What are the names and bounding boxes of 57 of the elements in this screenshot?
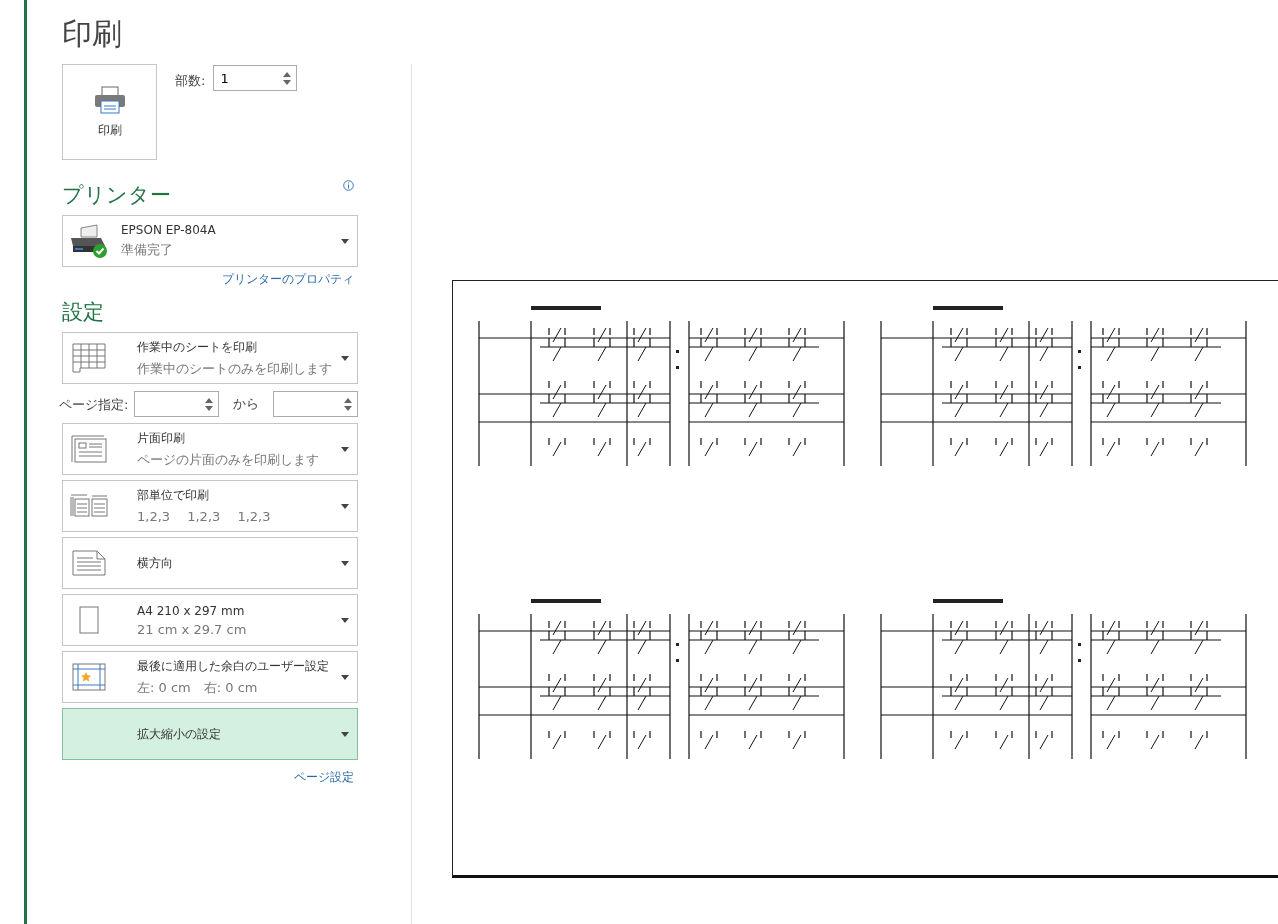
spin-up-icon[interactable] bbox=[344, 398, 352, 403]
option-title: 横方向 bbox=[137, 554, 174, 572]
option-description: 1,2,3 1,2,3 1,2,3 bbox=[137, 507, 272, 526]
option-title: 最後に適用した余白のユーザー設定 bbox=[137, 657, 330, 675]
margins-icon bbox=[72, 663, 106, 691]
settings-dropdown[interactable]: 拡大縮小の設定 bbox=[62, 708, 358, 760]
printer-status: 準備完了 bbox=[121, 241, 174, 259]
portrait-page-icon bbox=[79, 606, 99, 634]
option-title: A4 210 x 297 mm bbox=[137, 603, 246, 618]
spin-up-icon[interactable] bbox=[205, 398, 214, 403]
settings-dropdown[interactable]: 最後に適用した余白のユーザー設定 左: 0 cm 右: 0 cm bbox=[62, 651, 358, 703]
option-description: 作業中のシートのみを印刷します bbox=[137, 359, 333, 378]
page-range-label: ページ指定: bbox=[59, 396, 129, 414]
dropdown-caret-icon bbox=[341, 355, 349, 361]
settings-heading: 設定 bbox=[62, 299, 104, 326]
page-from-field[interactable] bbox=[134, 391, 220, 417]
printer-heading: プリンター bbox=[62, 182, 171, 209]
printer-name: EPSON EP-804A bbox=[121, 223, 217, 237]
dropdown-caret-icon bbox=[341, 674, 349, 680]
print-button[interactable]: 印刷 bbox=[62, 64, 157, 160]
copies-field[interactable]: 1 bbox=[213, 65, 298, 91]
page-title: 印刷 bbox=[62, 15, 123, 53]
printer-ready-icon bbox=[69, 224, 109, 258]
option-description: ページの片面のみを印刷します bbox=[137, 450, 320, 469]
dropdown-caret-icon bbox=[341, 503, 349, 509]
page-to-field[interactable] bbox=[273, 391, 358, 417]
spin-down-icon[interactable] bbox=[344, 406, 352, 411]
single-page-icon bbox=[71, 434, 107, 464]
dropdown-caret-icon bbox=[341, 238, 349, 244]
landscape-page-icon bbox=[72, 550, 106, 576]
dropdown-caret-icon bbox=[341, 731, 349, 737]
settings-dropdown[interactable]: 片面印刷 ページの片面のみを印刷します bbox=[62, 423, 358, 475]
settings-dropdown[interactable]: A4 210 x 297 mm 21 cm x 29.7 cm bbox=[62, 594, 358, 646]
settings-dropdown[interactable]: 作業中のシートを印刷 作業中のシートのみを印刷します bbox=[62, 332, 358, 384]
settings-dropdown[interactable]: 横方向 bbox=[62, 537, 358, 589]
sheet-grid-icon bbox=[72, 343, 106, 373]
range-separator: から bbox=[232, 395, 261, 413]
option-title: 片面印刷 bbox=[137, 429, 186, 447]
dropdown-caret-icon bbox=[341, 446, 349, 452]
option-description: 左: 0 cm 右: 0 cm bbox=[137, 678, 259, 697]
printer-dropdown[interactable]: EPSON EP-804A 準備完了 bbox=[62, 215, 358, 267]
info-icon[interactable] bbox=[343, 180, 354, 191]
dropdown-caret-icon bbox=[341, 560, 349, 566]
spin-up-icon[interactable] bbox=[283, 72, 292, 77]
spin-down-icon[interactable] bbox=[283, 80, 292, 85]
option-title: 拡大縮小の設定 bbox=[137, 725, 222, 743]
printer-icon bbox=[93, 85, 126, 114]
dropdown-caret-icon bbox=[341, 617, 349, 623]
settings-dropdown[interactable]: 部単位で印刷 1,2,3 1,2,3 1,2,3 bbox=[62, 480, 358, 532]
printer-properties-link[interactable]: プリンターのプロパティ bbox=[222, 271, 354, 288]
copies-label: 部数: bbox=[175, 72, 206, 90]
page-setup-link[interactable]: ページ設定 bbox=[294, 769, 354, 786]
collated-pages-icon bbox=[70, 494, 108, 518]
spin-down-icon[interactable] bbox=[205, 406, 214, 411]
option-title: 部単位で印刷 bbox=[137, 486, 210, 504]
option-title: 作業中のシートを印刷 bbox=[137, 338, 258, 356]
option-description: 21 cm x 29.7 cm bbox=[137, 621, 248, 637]
